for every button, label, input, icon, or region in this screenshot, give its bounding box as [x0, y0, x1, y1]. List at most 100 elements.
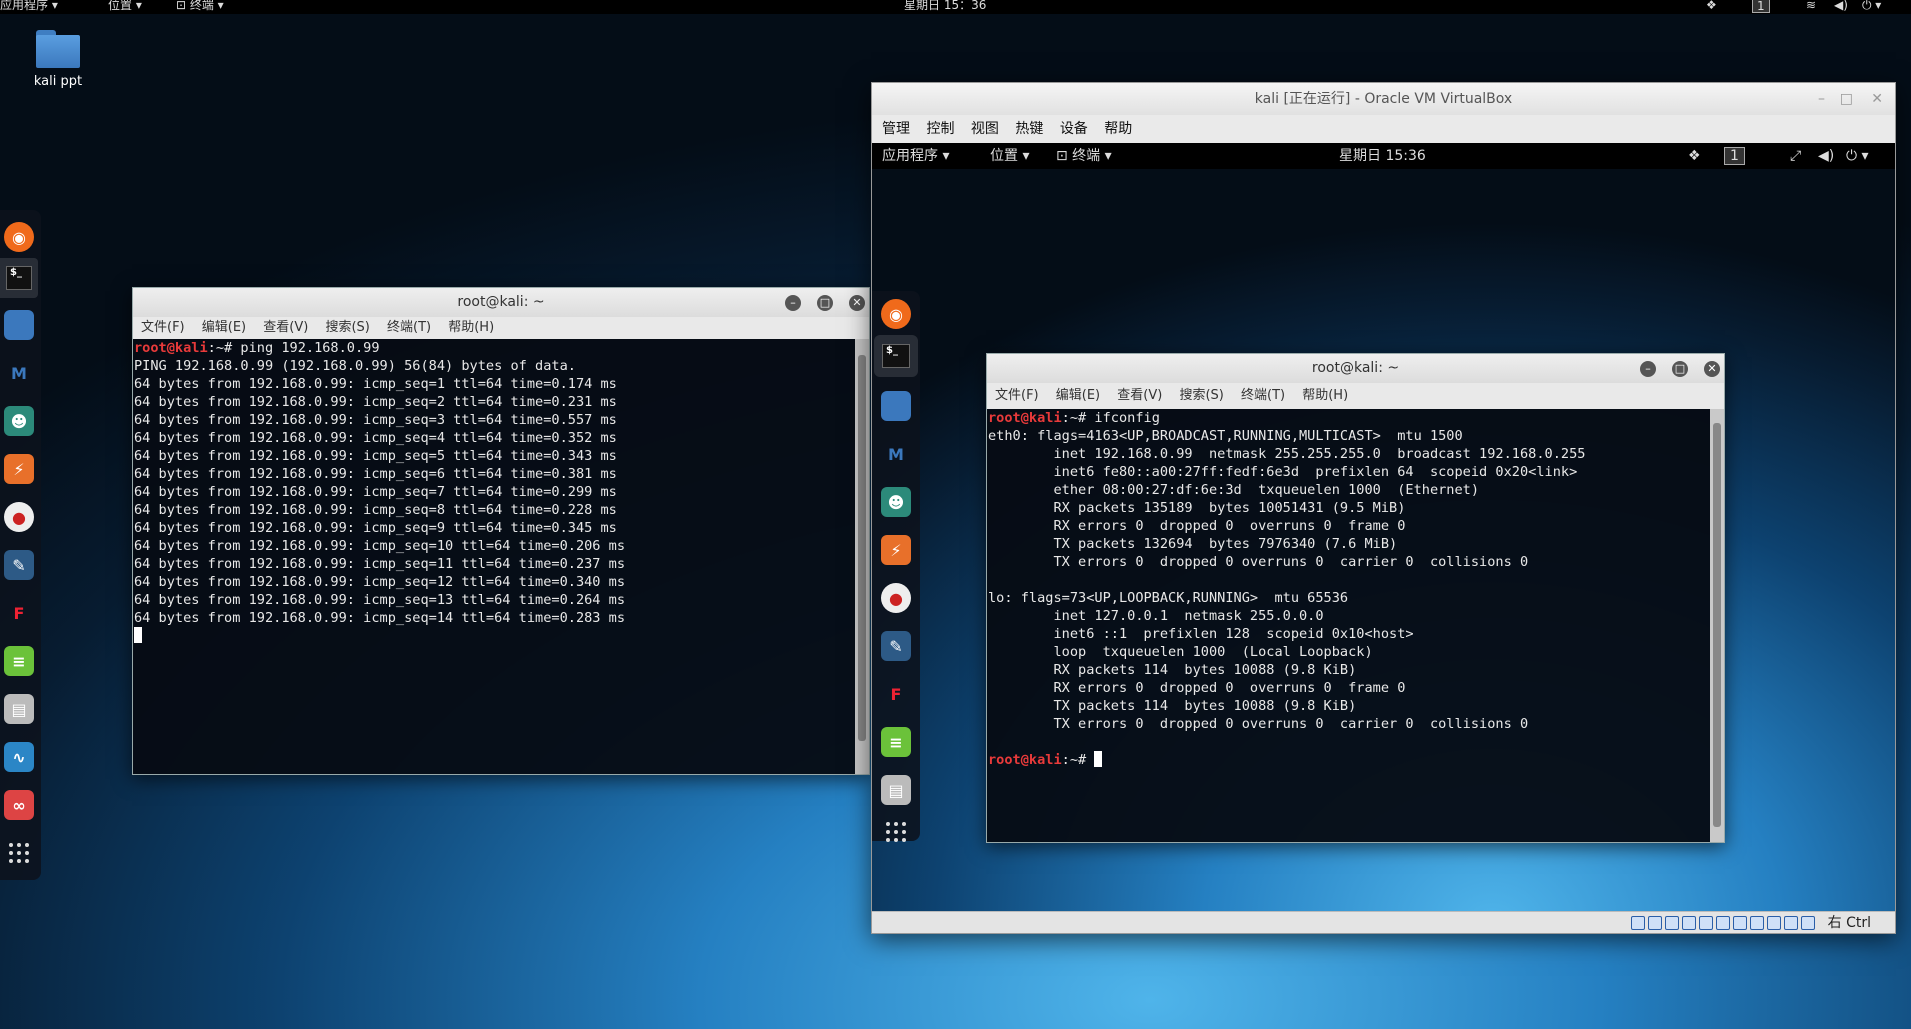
guest-terminal-title: root@kali: ~ [1311, 360, 1400, 376]
optical-drive-icon[interactable] [1648, 916, 1662, 930]
keyboard-icon[interactable] [1801, 916, 1815, 930]
vbox-menu-hotkeys[interactable]: 热键 [1015, 121, 1043, 137]
display-icon[interactable] [1733, 916, 1747, 930]
terminal-line: 64 bytes from 192.168.0.99: icmp_seq=6 t… [134, 466, 617, 482]
maltego-icon[interactable]: F [4, 598, 34, 628]
menu-terminal[interactable]: 终端(T) [387, 320, 431, 335]
guest-applications-menu[interactable]: 应用程序 ▾ [882, 143, 949, 169]
ping-output: PING 192.168.0.99 (192.168.0.99) 56(84) … [134, 358, 625, 626]
notes-icon[interactable]: ≡ [4, 646, 34, 676]
guest-terminal-icon[interactable]: $_ [874, 335, 918, 377]
maximize-button[interactable]: □ [817, 295, 833, 311]
host-terminal-scrollbar[interactable] [855, 339, 869, 774]
desktop-folder[interactable]: kali ppt [28, 30, 88, 89]
vbox-close-button[interactable]: ✕ [1871, 83, 1883, 115]
guest-menu-help[interactable]: 帮助(H) [1302, 388, 1348, 403]
vbox-menu-view[interactable]: 视图 [971, 121, 999, 137]
mouse-integration-icon[interactable] [1784, 916, 1798, 930]
menu-edit[interactable]: 编辑(E) [202, 320, 246, 335]
vbox-menu-devices[interactable]: 设备 [1060, 121, 1088, 137]
guest-burpsuite-icon[interactable]: ⚡ [881, 535, 911, 565]
vbox-menu-help[interactable]: 帮助 [1104, 121, 1132, 137]
audio-icon[interactable] [1665, 916, 1679, 930]
beef-icon[interactable]: ● [4, 502, 34, 532]
vbox-minimize-button[interactable]: – [1818, 83, 1825, 115]
vbox-maximize-button[interactable]: □ [1840, 83, 1853, 115]
hdd-icon[interactable] [1631, 916, 1645, 930]
menu-view[interactable]: 查看(V) [263, 320, 308, 335]
guest-maximize-button[interactable]: □ [1672, 361, 1688, 377]
guest-armitage-icon[interactable]: ☻ [881, 487, 911, 517]
close-button[interactable]: ✕ [849, 295, 865, 311]
burpsuite-icon[interactable]: ⚡ [4, 454, 34, 484]
guest-places-menu[interactable]: 位置 ▾ [990, 143, 1029, 169]
guest-menu-view[interactable]: 查看(V) [1117, 388, 1162, 403]
guest-volume-icon[interactable]: ◀) [1818, 143, 1834, 169]
terminal-line: 64 bytes from 192.168.0.99: icmp_seq=11 … [134, 556, 626, 572]
guest-power-icon[interactable]: ⏻ ▾ [1846, 143, 1869, 169]
host-terminal-menu[interactable]: ⊡ 终端 ▾ [176, 0, 224, 11]
app-grid-icon[interactable] [4, 838, 34, 868]
network-icon[interactable] [1682, 916, 1696, 930]
menu-search[interactable]: 搜索(S) [325, 320, 369, 335]
guest-faraday-icon[interactable]: ✎ [881, 631, 911, 661]
vbox-menu-machine[interactable]: 管理 [882, 121, 910, 137]
terminal-line: RX errors 0 dropped 0 overruns 0 frame 0 [1053, 680, 1406, 696]
terminal-line: 64 bytes from 192.168.0.99: icmp_seq=2 t… [134, 394, 617, 410]
metasploit-icon[interactable]: M [4, 358, 34, 388]
guest-menu-file[interactable]: 文件(F) [995, 388, 1039, 403]
host-users-icon[interactable]: ❖ [1706, 0, 1717, 11]
guest-clock[interactable]: 星期日 15:36 [1339, 143, 1426, 169]
vt-x-icon[interactable] [1767, 916, 1781, 930]
faraday-icon[interactable]: ✎ [4, 550, 34, 580]
usb-icon[interactable] [1699, 916, 1713, 930]
files-icon[interactable] [4, 310, 34, 340]
host-terminal-titlebar[interactable]: root@kali: ~ – □ ✕ [133, 288, 869, 317]
guest-menu-search[interactable]: 搜索(S) [1179, 388, 1223, 403]
minimize-button[interactable]: – [785, 295, 801, 311]
menu-file[interactable]: 文件(F) [141, 320, 185, 335]
vbox-titlebar[interactable]: kali [正在运行] - Oracle VM VirtualBox – □ ✕ [872, 83, 1895, 115]
shared-folder-icon[interactable] [1716, 916, 1730, 930]
host-volume-icon[interactable]: ◀) [1834, 0, 1848, 11]
host-power-icon[interactable]: ⏻ ▾ [1862, 0, 1881, 11]
guest-menu-terminal[interactable]: 终端(T) [1241, 388, 1285, 403]
wireshark-icon[interactable]: ∿ [4, 742, 34, 772]
terminal-line: 64 bytes from 192.168.0.99: icmp_seq=10 … [134, 538, 626, 554]
host-workspace-indicator[interactable]: 1 [1752, 0, 1770, 13]
guest-users-icon[interactable]: ❖ [1688, 143, 1701, 169]
armitage-icon[interactable]: ☻ [4, 406, 34, 436]
guest-workspace-indicator[interactable]: 1 [1724, 147, 1745, 165]
guest-app-grid-icon[interactable] [881, 817, 911, 847]
firefox-icon[interactable]: ◉ [4, 222, 34, 252]
vbox-menu-control[interactable]: 控制 [926, 121, 954, 137]
guest-terminal-menu[interactable]: ⊡ 终端 ▾ [1056, 143, 1112, 169]
host-wifi-icon[interactable]: ≋ [1806, 0, 1816, 11]
guest-terminal-output[interactable]: root@kali:~# ifconfig eth0: flags=4163<U… [987, 409, 1724, 842]
host-applications-menu[interactable]: 应用程序 ▾ [0, 0, 58, 11]
guest-terminal-scrollbar[interactable] [1710, 409, 1724, 842]
host-clock[interactable]: 星期日 15：36 [904, 0, 986, 11]
vm-display[interactable]: 应用程序 ▾ 位置 ▾ ⊡ 终端 ▾ 星期日 15:36 ❖ 1 ⤢ ◀) ⏻ … [872, 143, 1895, 913]
guest-maltego-icon[interactable]: F [881, 679, 911, 709]
guest-terminal-titlebar[interactable]: root@kali: ~ – □ ✕ [987, 354, 1724, 383]
host-terminal-output[interactable]: root@kali:~# ping 192.168.0.99 PING 192.… [133, 339, 869, 774]
host-places-menu[interactable]: 位置 ▾ [108, 0, 142, 11]
guest-beef-icon[interactable]: ● [881, 583, 911, 613]
guest-files-icon[interactable] [881, 391, 911, 421]
guest-cherrytree-icon[interactable]: ▤ [881, 775, 911, 805]
guest-metasploit-icon[interactable]: M [881, 439, 911, 469]
guest-network-icon[interactable]: ⤢ [1790, 143, 1801, 169]
guest-menu-edit[interactable]: 编辑(E) [1056, 388, 1100, 403]
terminal-line: TX packets 114 bytes 10088 (9.8 KiB) [1053, 698, 1357, 714]
cherrytree-icon[interactable]: ▤ [4, 694, 34, 724]
guest-firefox-icon[interactable]: ◉ [881, 299, 911, 329]
guest-notes-icon[interactable]: ≡ [881, 727, 911, 757]
zenmap-icon[interactable]: ∞ [4, 790, 34, 820]
guest-minimize-button[interactable]: – [1640, 361, 1656, 377]
guest-close-button[interactable]: ✕ [1704, 361, 1720, 377]
terminal-icon[interactable]: $_ [0, 258, 38, 298]
video-capture-icon[interactable] [1750, 916, 1764, 930]
menu-help[interactable]: 帮助(H) [448, 320, 494, 335]
guest-prompt-end: :~# [1061, 752, 1095, 768]
